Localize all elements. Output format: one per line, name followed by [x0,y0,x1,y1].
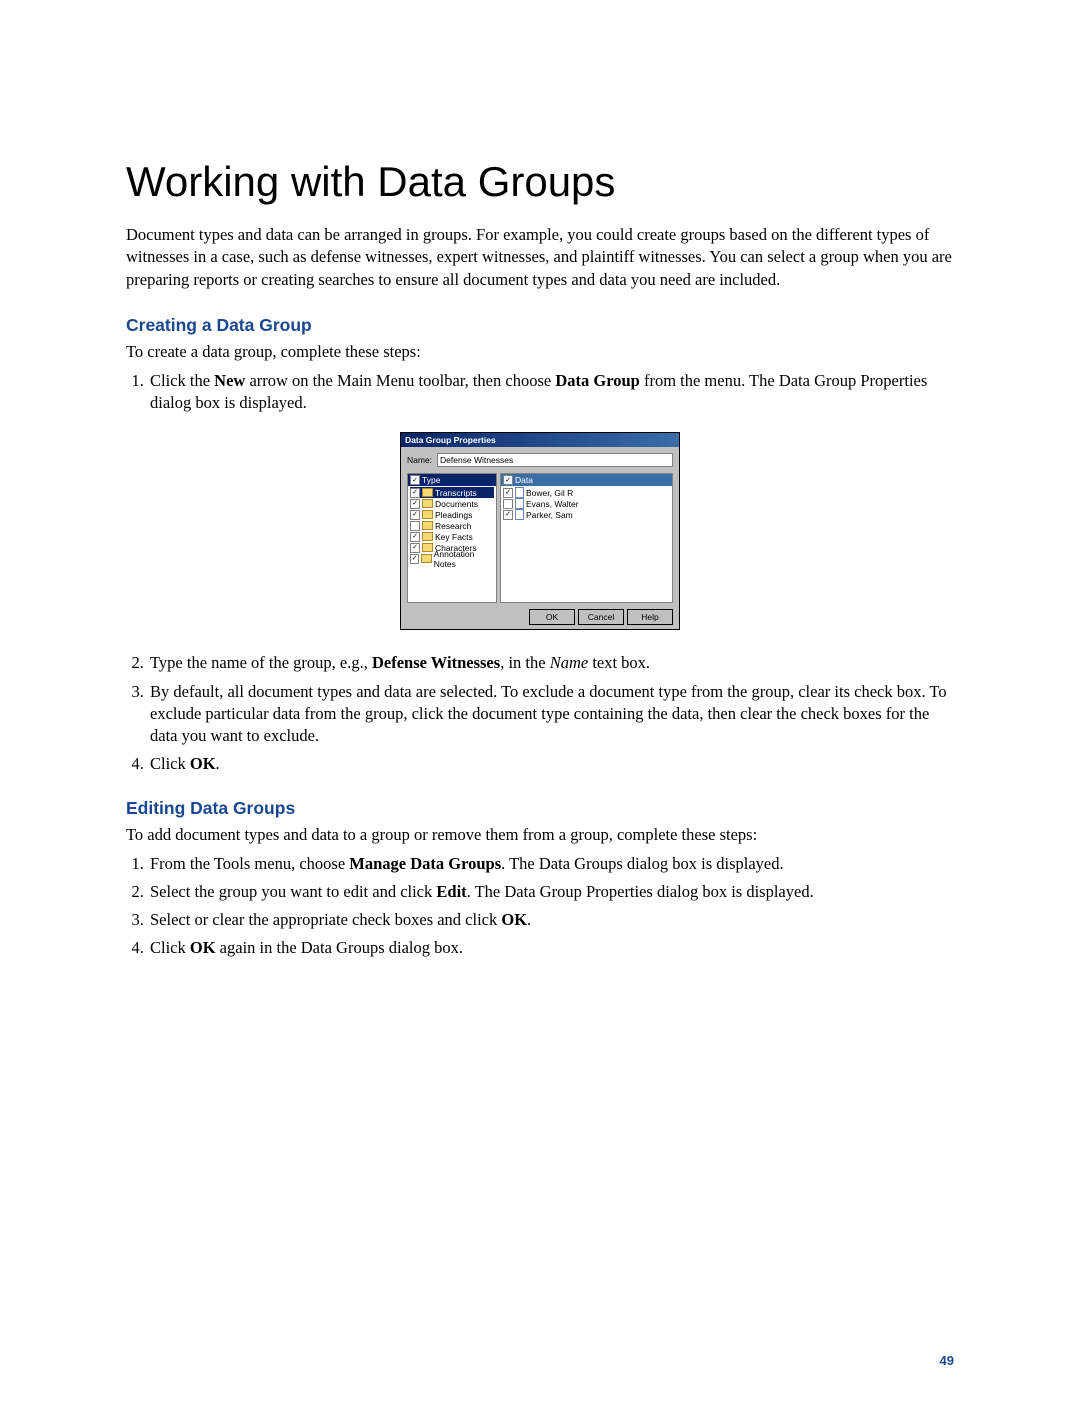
edit-step-3: Select or clear the appropriate check bo… [148,909,954,931]
document-icon [515,498,524,509]
create-step-3: By default, all document types and data … [148,681,954,748]
checkbox-icon[interactable]: ✓ [410,543,420,553]
type-item[interactable]: ✓Transcripts [410,487,494,498]
data-column: ✓ Data ✓Bower, Gil R Evans, Walter ✓Park… [500,473,673,603]
type-list[interactable]: ✓Transcripts ✓Documents ✓Pleadings Resea… [408,486,496,565]
folder-icon [422,521,433,530]
document-page: Working with Data Groups Document types … [0,0,1080,1418]
folder-icon [422,510,433,519]
folder-icon [422,488,433,497]
checkbox-icon[interactable]: ✓ [410,532,420,542]
create-step-2: Type the name of the group, e.g., Defens… [148,652,954,674]
data-group-properties-dialog: Data Group Properties Name: ✓ Type ✓Tran… [400,432,680,630]
checkbox-icon[interactable] [503,499,513,509]
document-icon [515,487,524,498]
edit-steps: From the Tools menu, choose Manage Data … [126,853,954,960]
type-column-header[interactable]: ✓ Type [408,474,496,486]
data-item[interactable]: Evans, Walter [503,498,670,509]
checkbox-icon[interactable]: ✓ [503,488,513,498]
create-steps: Click the New arrow on the Main Menu too… [126,370,954,415]
name-label: Name: [407,455,437,465]
data-item[interactable]: ✓Parker, Sam [503,509,670,520]
dialog-titlebar: Data Group Properties [401,433,679,447]
help-button[interactable]: Help [627,609,673,625]
checkbox-icon[interactable]: ✓ [410,488,420,498]
type-item[interactable]: ✓Documents [410,498,494,509]
data-item[interactable]: ✓Bower, Gil R [503,487,670,498]
edit-step-1: From the Tools menu, choose Manage Data … [148,853,954,875]
create-step-1: Click the New arrow on the Main Menu too… [148,370,954,415]
data-list[interactable]: ✓Bower, Gil R Evans, Walter ✓Parker, Sam [501,486,672,521]
data-all-checkbox[interactable]: ✓ [503,475,513,485]
create-step-4: Click OK. [148,753,954,775]
page-title: Working with Data Groups [126,158,954,206]
type-item[interactable]: ✓Key Facts [410,531,494,542]
page-number: 49 [940,1353,954,1368]
checkbox-icon[interactable]: ✓ [410,499,420,509]
type-item[interactable]: ✓Pleadings [410,509,494,520]
edit-step-4: Click OK again in the Data Groups dialog… [148,937,954,959]
folder-icon [422,543,433,552]
intro-paragraph: Document types and data can be arranged … [126,224,954,291]
create-steps-cont: Type the name of the group, e.g., Defens… [126,652,954,775]
dialog-figure: Data Group Properties Name: ✓ Type ✓Tran… [126,432,954,630]
checkbox-icon[interactable]: ✓ [410,554,419,564]
checkbox-icon[interactable]: ✓ [410,510,420,520]
folder-icon [421,554,431,563]
folder-icon [422,499,433,508]
type-all-checkbox[interactable]: ✓ [410,475,420,485]
cancel-button[interactable]: Cancel [578,609,624,625]
document-icon [515,509,524,520]
create-lead: To create a data group, complete these s… [126,342,954,362]
type-column: ✓ Type ✓Transcripts ✓Documents ✓Pleading… [407,473,497,603]
checkbox-icon[interactable]: ✓ [503,510,513,520]
ok-button[interactable]: OK [529,609,575,625]
checkbox-icon[interactable] [410,521,420,531]
edit-step-2: Select the group you want to edit and cl… [148,881,954,903]
data-column-header[interactable]: ✓ Data [501,474,672,486]
section-heading-edit: Editing Data Groups [126,798,954,819]
section-heading-create: Creating a Data Group [126,315,954,336]
edit-lead: To add document types and data to a grou… [126,825,954,845]
type-item[interactable]: ✓Annotation Notes [410,553,494,564]
folder-icon [422,532,433,541]
name-input[interactable] [437,453,673,467]
type-item[interactable]: Research [410,520,494,531]
